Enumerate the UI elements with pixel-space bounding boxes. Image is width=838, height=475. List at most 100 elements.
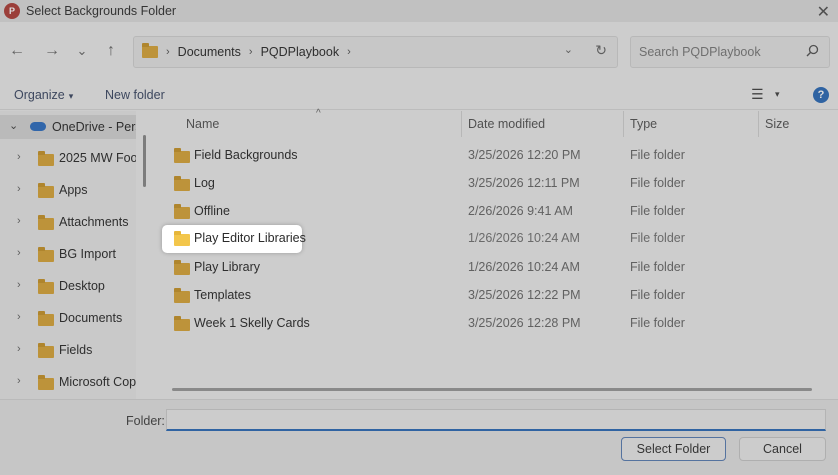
sidebar-item-microsoft-copilot[interactable]: › Microsoft Copilot xyxy=(0,370,152,394)
list-item[interactable]: Log 3/25/2026 12:11 PM File folder xyxy=(152,169,838,197)
column-header-name[interactable]: Name xyxy=(186,111,219,137)
list-item[interactable]: Field Backgrounds 3/25/2026 12:20 PM Fil… xyxy=(152,141,838,169)
folder-icon xyxy=(38,279,54,294)
view-options-icon[interactable]: ☰ xyxy=(751,86,764,103)
chevron-right-icon[interactable]: › xyxy=(17,247,21,259)
back-button[interactable]: ← xyxy=(6,40,28,62)
folder-name-input[interactable] xyxy=(166,409,826,431)
column-divider[interactable] xyxy=(758,111,759,137)
sidebar-item-2025-mw-football[interactable]: › 2025 MW Football xyxy=(0,146,152,170)
file-type: File folder xyxy=(630,288,685,302)
select-folder-button[interactable]: Select Folder xyxy=(621,437,726,461)
sidebar-item-fields[interactable]: › Fields xyxy=(0,338,136,362)
chevron-right-icon[interactable]: › xyxy=(17,215,21,227)
powerpoint-app-icon: P xyxy=(4,3,20,19)
file-name: Field Backgrounds xyxy=(194,148,298,162)
sidebar-item-label: Attachments xyxy=(59,215,129,229)
up-button[interactable]: ↑ xyxy=(100,40,122,62)
date-modified: 3/25/2026 12:22 PM xyxy=(468,288,581,302)
date-modified: 3/25/2026 12:11 PM xyxy=(468,176,580,190)
list-item[interactable]: Templates 3/25/2026 12:22 PM File folder xyxy=(152,281,838,309)
column-header-size[interactable]: Size xyxy=(765,111,789,137)
new-folder-button[interactable]: New folder xyxy=(105,88,165,102)
breadcrumb-separator[interactable]: › xyxy=(347,46,351,58)
folder-icon xyxy=(38,311,54,326)
file-type: File folder xyxy=(630,148,685,162)
breadcrumb-separator[interactable]: › xyxy=(249,46,253,58)
list-item[interactable]: Offline 2/26/2026 9:41 AM File folder xyxy=(152,197,838,225)
sidebar-item-label: Fields xyxy=(59,343,93,357)
dialog-footer: Folder: Select Folder Cancel xyxy=(0,399,838,475)
organize-label: Organize xyxy=(14,88,65,102)
folder-icon xyxy=(174,288,190,303)
sidebar-item-onedrive[interactable]: ⌄ OneDrive - Personal xyxy=(0,115,152,139)
navigation-pane[interactable]: ⌄ OneDrive - Personal › 2025 MW Football… xyxy=(0,111,152,399)
folder-icon xyxy=(174,316,190,331)
sidebar-item-desktop[interactable]: › Desktop xyxy=(0,274,136,298)
refresh-icon[interactable]: ↻ xyxy=(595,42,607,59)
caret-down-icon[interactable]: ▾ xyxy=(775,89,780,100)
folder-icon xyxy=(38,183,54,198)
address-bar[interactable]: › Documents › PQDPlaybook › ⌄ ↻ xyxy=(133,36,618,68)
file-type: File folder xyxy=(630,176,685,190)
chevron-down-icon[interactable]: ⌄ xyxy=(9,119,18,132)
column-divider[interactable] xyxy=(461,111,462,137)
folder-icon xyxy=(38,151,54,166)
folder-icon xyxy=(174,204,190,219)
column-header-type[interactable]: Type xyxy=(630,111,657,137)
sidebar-item-documents[interactable]: › Documents xyxy=(0,306,136,330)
chevron-right-icon[interactable]: › xyxy=(17,183,21,195)
organize-button[interactable]: Organize ▾ xyxy=(14,88,73,102)
title-bar: P Select Backgrounds Folder ✕ xyxy=(0,0,838,22)
search-placeholder: Search PQDPlaybook xyxy=(639,45,761,59)
chevron-right-icon[interactable]: › xyxy=(17,151,21,163)
search-icon[interactable] xyxy=(806,44,819,60)
list-item-highlighted[interactable]: Play Editor Libraries 1/26/2026 10:24 AM… xyxy=(152,224,838,253)
search-input[interactable]: Search PQDPlaybook xyxy=(630,36,830,68)
date-modified: 2/26/2026 9:41 AM xyxy=(468,204,573,218)
command-toolbar: Organize ▾ New folder ☰ ▾ ? xyxy=(0,82,838,110)
scrollbar-thumb[interactable] xyxy=(143,135,146,187)
recent-locations-button[interactable]: ⌄ xyxy=(71,40,93,62)
navigation-bar: ← → ⌄ ↑ › Documents › PQDPlaybook › ⌄ ↻ … xyxy=(0,30,838,74)
folder-icon xyxy=(38,247,54,262)
folder-icon xyxy=(174,148,190,163)
list-item[interactable]: Week 1 Skelly Cards 3/25/2026 12:28 PM F… xyxy=(152,309,838,337)
forward-button[interactable]: → xyxy=(41,40,63,62)
column-header-date-modified[interactable]: Date modified xyxy=(468,111,545,137)
list-item[interactable]: Play Library 1/26/2026 10:24 AM File fol… xyxy=(152,253,838,281)
sidebar-item-label: Apps xyxy=(59,183,88,197)
breadcrumb-separator: › xyxy=(166,46,170,58)
folder-icon xyxy=(174,231,190,246)
chevron-down-icon[interactable]: ⌄ xyxy=(564,43,573,56)
sort-ascending-icon: ^ xyxy=(316,108,321,119)
sidebar-item-attachments[interactable]: › Attachments xyxy=(0,210,136,234)
chevron-right-icon[interactable]: › xyxy=(17,343,21,355)
file-name: Templates xyxy=(194,288,251,302)
file-type: File folder xyxy=(630,231,685,245)
date-modified: 1/26/2026 10:24 AM xyxy=(468,231,580,245)
chevron-right-icon[interactable]: › xyxy=(17,279,21,291)
column-divider[interactable] xyxy=(623,111,624,137)
date-modified: 3/25/2026 12:20 PM xyxy=(468,148,581,162)
onedrive-cloud-icon xyxy=(30,122,46,131)
sidebar-item-label: Desktop xyxy=(59,279,105,293)
breadcrumb-pqdplaybook[interactable]: PQDPlaybook xyxy=(261,45,340,59)
sidebar-item-bg-import[interactable]: › BG Import xyxy=(0,242,136,266)
caret-down-icon: ▾ xyxy=(68,91,74,101)
file-dialog-window: P Select Backgrounds Folder ✕ ← → ⌄ ↑ › … xyxy=(0,0,838,475)
folder-icon xyxy=(38,375,54,390)
sidebar-item-apps[interactable]: › Apps xyxy=(0,178,136,202)
chevron-right-icon[interactable]: › xyxy=(17,375,21,387)
breadcrumb-documents[interactable]: Documents xyxy=(178,45,241,59)
horizontal-scrollbar[interactable] xyxy=(172,388,812,391)
file-list[interactable]: ^ Name Date modified Type Size Field Bac… xyxy=(152,108,838,399)
close-icon[interactable]: ✕ xyxy=(817,2,830,22)
folder-icon xyxy=(142,43,158,58)
date-modified: 3/25/2026 12:28 PM xyxy=(468,316,581,330)
sidebar-scrollbar[interactable] xyxy=(136,111,152,399)
file-name: Log xyxy=(194,176,215,190)
help-icon[interactable]: ? xyxy=(813,87,829,103)
cancel-button[interactable]: Cancel xyxy=(739,437,826,461)
chevron-right-icon[interactable]: › xyxy=(17,311,21,323)
